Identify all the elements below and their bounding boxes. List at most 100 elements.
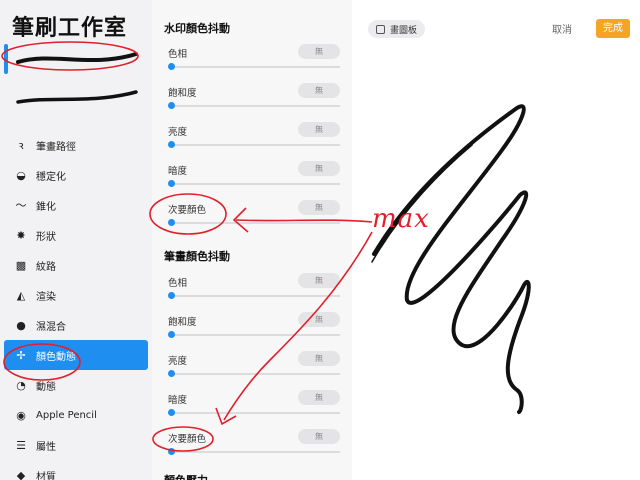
slider-knob[interactable] [168, 219, 175, 226]
slider-knob[interactable] [168, 180, 175, 187]
selection-indicator [4, 44, 8, 74]
slider-value[interactable]: 無 [298, 161, 340, 176]
slider-label: 暗度 [168, 395, 188, 406]
dynamics-icon: ◔ [16, 378, 26, 392]
wet-mix-icon: ● [16, 318, 26, 332]
nav-wet-mix[interactable]: ● 濕混合 [0, 310, 152, 340]
slider-value[interactable]: 無 [298, 351, 340, 366]
slider-label: 次要顏色 [168, 205, 207, 216]
shape-icon: ✸ [16, 228, 26, 242]
nav-rendering[interactable]: ◭ 渲染 [0, 280, 152, 310]
nav-label: 顏色動態 [36, 351, 76, 363]
nav-label: 錐化 [36, 201, 56, 213]
slider-track[interactable] [172, 144, 340, 146]
rendering-icon: ◭ [16, 288, 26, 302]
stabilization-icon: ◒ [16, 168, 26, 182]
slider-row[interactable]: 次要顏色 無 [168, 200, 340, 232]
slider-value[interactable]: 無 [298, 83, 340, 98]
slider-knob[interactable] [168, 102, 175, 109]
materials-icon: ◆ [16, 468, 26, 480]
color-dynamics-panel: 水印顏色抖動 色相 無 飽和度 無 亮度 無 暗度 無 次要顏色 無 筆畫顏色抖… [152, 0, 352, 480]
slider-track[interactable] [172, 295, 340, 297]
slider-track[interactable] [172, 334, 340, 336]
section-title-wet-jitter: 水印顏色抖動 [164, 22, 230, 35]
nav-taper[interactable]: 〜錐化 [0, 190, 152, 220]
slider-track[interactable] [172, 222, 340, 224]
nav-label: 渲染 [36, 291, 56, 303]
taper-icon: 〜 [15, 199, 27, 212]
nav-label: 動態 [36, 381, 56, 393]
nav-label: Apple Pencil [36, 409, 97, 421]
nav-label: 材質 [36, 471, 56, 480]
brush-preview-2[interactable] [0, 82, 152, 116]
slider-knob[interactable] [168, 141, 175, 148]
slider-value[interactable]: 無 [298, 390, 340, 405]
nav-label: 屬性 [36, 441, 56, 453]
nav-materials[interactable]: ◆ 材質 [0, 460, 152, 480]
slider-track[interactable] [172, 451, 340, 453]
nav-label: 筆畫路徑 [36, 141, 76, 153]
nav-properties[interactable]: ☰ 屬性 [0, 430, 152, 460]
brush-stroke-preview-1 [16, 52, 138, 64]
slider-row[interactable]: 色相 無 [168, 44, 340, 76]
slider-value[interactable]: 無 [298, 200, 340, 215]
slider-row[interactable]: 色相 無 [168, 273, 340, 305]
section-title-stroke-jitter: 筆畫顏色抖動 [164, 250, 230, 263]
nav-label: 穩定化 [36, 171, 66, 183]
brush-studio-sidebar: 筆刷工作室 ꝛ 筆畫路徑 ◒ 穩定化 〜錐化 ✸ 形狀 ▩ 紋路 ◭ 渲染 ● 濕混合 ✢ 顏… [0, 0, 152, 480]
slider-label: 色相 [168, 49, 188, 60]
grain-icon: ▩ [15, 258, 27, 272]
slider-knob[interactable] [168, 331, 175, 338]
slider-value[interactable]: 無 [298, 273, 340, 288]
slider-label: 亮度 [168, 356, 188, 367]
section-title-color-pressure: 顏色壓力 [164, 472, 208, 480]
slider-value[interactable]: 無 [298, 122, 340, 137]
slider-label: 次要顏色 [168, 434, 207, 445]
color-dynamics-icon: ✢ [16, 348, 26, 362]
slider-label: 色相 [168, 278, 188, 289]
slider-label: 飽和度 [168, 88, 197, 99]
slider-value[interactable]: 無 [298, 312, 340, 327]
slider-row[interactable]: 暗度 無 [168, 161, 340, 193]
slider-knob[interactable] [168, 292, 175, 299]
app-title: 筆刷工作室 [12, 16, 128, 41]
slider-track[interactable] [172, 412, 340, 414]
slider-knob[interactable] [168, 409, 175, 416]
slider-row[interactable]: 飽和度 無 [168, 312, 340, 344]
nav-stroke-path[interactable]: ꝛ 筆畫路徑 [0, 130, 152, 160]
slider-label: 亮度 [168, 127, 188, 138]
slider-track[interactable] [172, 66, 340, 68]
nav-dynamics[interactable]: ◔ 動態 [0, 370, 152, 400]
slider-track[interactable] [172, 105, 340, 107]
nav-stabilization[interactable]: ◒ 穩定化 [0, 160, 152, 190]
apple-pencil-icon: ◉ [16, 408, 26, 422]
settings-nav: ꝛ 筆畫路徑 ◒ 穩定化 〜錐化 ✸ 形狀 ▩ 紋路 ◭ 渲染 ● 濕混合 ✢ 顏色動態 ◔ 動… [0, 130, 152, 480]
drawing-pad[interactable]: 畫圖板 取消 完成 [352, 0, 640, 480]
slider-label: 飽和度 [168, 317, 197, 328]
slider-row[interactable]: 飽和度 無 [168, 83, 340, 115]
nav-grain[interactable]: ▩ 紋路 [0, 250, 152, 280]
slider-track[interactable] [172, 373, 340, 375]
nav-label: 紋路 [36, 261, 56, 273]
stroke-path-icon: ꝛ [18, 138, 24, 152]
slider-knob[interactable] [168, 63, 175, 70]
slider-label: 暗度 [168, 166, 188, 177]
nav-label: 濕混合 [36, 321, 66, 333]
nav-apple-pencil[interactable]: ◉ Apple Pencil [0, 400, 152, 430]
slider-row[interactable]: 暗度 無 [168, 390, 340, 422]
nav-color-dynamics[interactable]: ✢ 顏色動態 [4, 340, 148, 370]
slider-row[interactable]: 亮度 無 [168, 122, 340, 154]
slider-row[interactable]: 亮度 無 [168, 351, 340, 383]
properties-icon: ☰ [16, 438, 26, 452]
slider-value[interactable]: 無 [298, 44, 340, 59]
slider-value[interactable]: 無 [298, 429, 340, 444]
slider-knob[interactable] [168, 448, 175, 455]
brush-preview-1[interactable] [0, 42, 152, 76]
slider-knob[interactable] [168, 370, 175, 377]
nav-label: 形狀 [36, 231, 56, 243]
annotation-max-text: max [372, 204, 430, 234]
nav-shape[interactable]: ✸ 形狀 [0, 220, 152, 250]
slider-track[interactable] [172, 183, 340, 185]
slider-row[interactable]: 次要顏色 無 [168, 429, 340, 461]
brush-stroke-preview-2 [16, 90, 138, 104]
